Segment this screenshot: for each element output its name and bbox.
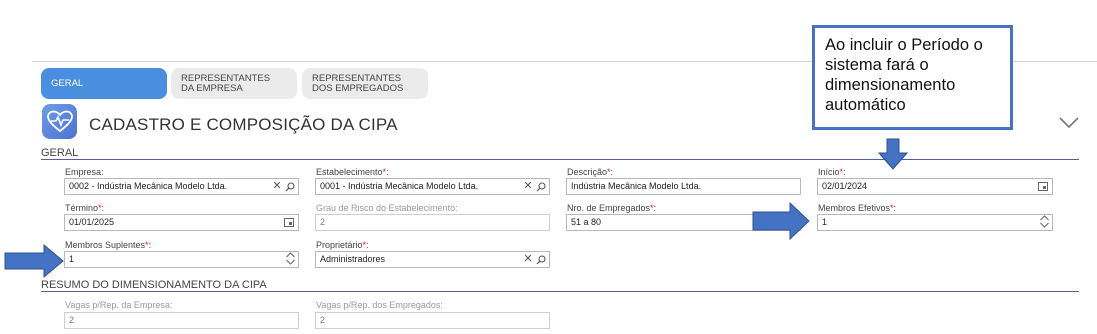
page-title: CADASTRO E COMPOSIÇÃO DA CIPA [89, 115, 398, 134]
heart-monitor-icon [42, 104, 77, 139]
clear-icon[interactable]: ✕ [271, 180, 283, 193]
arrow-down-icon [878, 138, 908, 170]
vagas-empregados-field: 2 [315, 312, 550, 329]
descricao-label: Descrição*: [567, 167, 614, 177]
inicio-field[interactable]: 02/01/2024 [817, 178, 1053, 195]
membros-efetivos-label: Membros Efetivos*: [818, 203, 897, 213]
search-icon[interactable] [535, 253, 547, 266]
proprietario-field[interactable]: Administradores ✕ [315, 251, 550, 268]
clear-icon[interactable]: ✕ [522, 253, 534, 266]
empresa-label: Empresa: [65, 167, 104, 177]
tab-geral[interactable]: GERAL [41, 68, 167, 99]
membros-efetivos-field[interactable]: 1 [817, 214, 1053, 231]
chevron-down-icon[interactable] [1058, 116, 1080, 130]
annotation-callout: Ao incluir o Período o sistema fará o di… [812, 25, 1013, 130]
grau-risco-field: 2 [315, 214, 550, 231]
stepper-icon[interactable] [284, 252, 296, 265]
section-geral-line [41, 159, 1079, 160]
section-geral-title: GERAL [41, 147, 79, 159]
stepper-icon[interactable] [1038, 215, 1050, 228]
termino-field[interactable]: 01/01/2025 [64, 214, 299, 231]
clear-icon[interactable]: ✕ [522, 180, 534, 193]
search-icon[interactable] [535, 180, 547, 193]
vagas-empresa-label: Vagas p/Rep. da Empresa: [65, 300, 173, 310]
inicio-label: Início*: [818, 167, 846, 177]
empresa-field[interactable]: 0002 - Indústria Mecânica Modelo Ltda. ✕ [64, 178, 299, 195]
arrow-right-icon [752, 202, 810, 240]
proprietario-label: Proprietário*: [316, 240, 369, 250]
search-icon[interactable] [284, 180, 296, 193]
termino-label: Término*: [65, 203, 105, 213]
arrow-right-icon [4, 244, 64, 278]
membros-suplentes-label: Membros Suplentes*: [65, 240, 152, 250]
vagas-empregados-label: Vagas p/Rep. dos Empregados: [316, 300, 443, 310]
nro-empregados-label: Nro. de Empregados*: [567, 203, 657, 213]
estabelecimento-field[interactable]: 0001 - Indústria Mecânica Modelo Ltda. ✕ [315, 178, 550, 195]
section-resumo-line [41, 291, 1079, 292]
vagas-empresa-field: 2 [64, 312, 299, 329]
descricao-field[interactable]: Indústria Mecânica Modelo Ltda. [566, 178, 801, 195]
membros-suplentes-field[interactable]: 1 [64, 251, 299, 268]
calendar-icon[interactable] [1037, 180, 1049, 193]
calendar-icon[interactable] [283, 216, 295, 229]
tab-representantes-empresa[interactable]: REPRESENTANTES DA EMPRESA [171, 68, 297, 99]
estabelecimento-label: Estabelecimento*: [316, 167, 389, 177]
grau-risco-label: Grau de Risco do Estabelecimento: [316, 203, 458, 213]
section-resumo-title: RESUMO DO DIMENSIONAMENTO DA CIPA [41, 279, 267, 291]
tab-representantes-empregados[interactable]: REPRESENTANTES DOS EMPREGADOS [302, 68, 428, 99]
